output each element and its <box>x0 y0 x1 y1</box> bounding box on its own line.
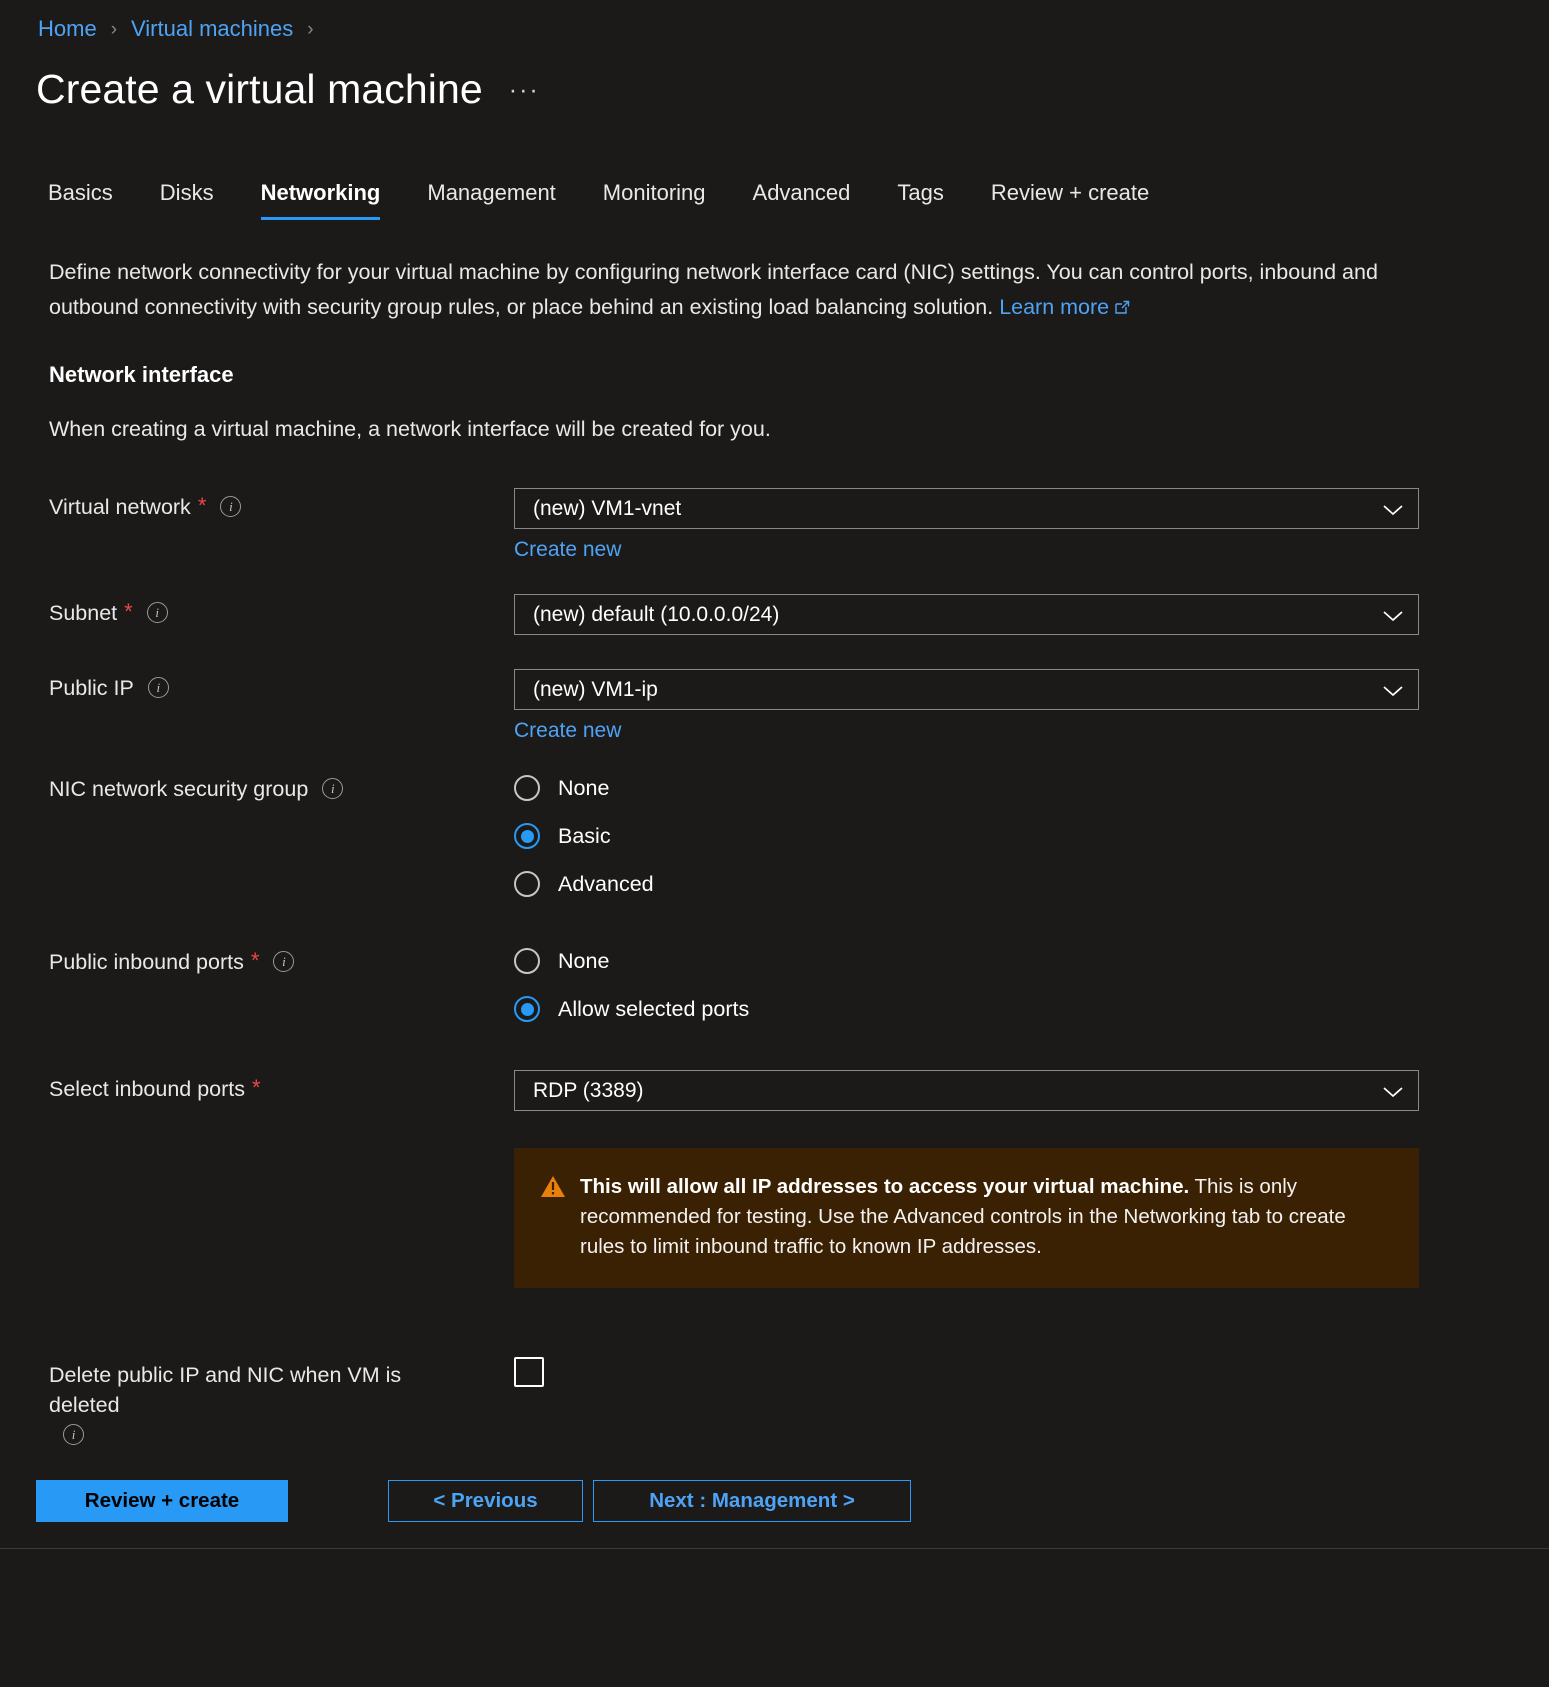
public-inbound-ports-label: Public inbound ports * i <box>49 947 489 977</box>
info-icon[interactable]: i <box>147 677 169 698</box>
title-row: Create a virtual machine ··· <box>36 66 540 113</box>
virtual-network-label-text: Virtual network <box>49 495 191 519</box>
learn-more-label: Learn more <box>999 295 1110 319</box>
delete-ip-nic-label-text: Delete public IP and NIC when VM is dele… <box>49 1363 402 1417</box>
tab-networking[interactable]: Networking <box>260 176 380 220</box>
subnet-value: (new) default (10.0.0.0/24) <box>533 602 780 626</box>
required-asterisk: * <box>252 1075 261 1100</box>
next-management-button[interactable]: Next : Management > <box>593 1480 911 1522</box>
warning-triangle-icon <box>540 1175 566 1204</box>
intro-paragraph: Define network connectivity for your vir… <box>49 255 1419 327</box>
chevron-down-icon <box>1382 684 1404 696</box>
radio-icon-selected <box>514 996 540 1022</box>
section-description: When creating a virtual machine, a netwo… <box>49 417 771 441</box>
more-options-icon[interactable]: ··· <box>509 78 540 113</box>
nic-nsg-label: NIC network security group i <box>49 774 489 804</box>
public-inbound-ports-radio-group: None Allow selected ports <box>514 937 1419 1033</box>
subnet-control: (new) default (10.0.0.0/24) <box>514 594 1419 635</box>
required-asterisk: * <box>197 493 207 518</box>
delete-ip-nic-label: Delete public IP and NIC when VM is dele… <box>49 1360 469 1445</box>
external-link-icon <box>1114 292 1131 327</box>
subnet-label: Subnet * i <box>49 598 489 628</box>
breadcrumb-separator-icon-2: › <box>307 18 314 40</box>
intro-text: Define network connectivity for your vir… <box>49 260 1378 319</box>
public-inbound-ports-option-allow-selected-label: Allow selected ports <box>558 996 750 1021</box>
public-inbound-ports-option-none-label: None <box>558 948 610 973</box>
nic-nsg-control: None Basic Advanced <box>514 764 1419 908</box>
info-icon[interactable]: i <box>273 951 295 972</box>
public-ip-value: (new) VM1-ip <box>533 677 658 701</box>
required-asterisk: * <box>124 599 133 624</box>
public-ip-create-new-link[interactable]: Create new <box>514 719 621 743</box>
radio-icon <box>514 948 540 974</box>
virtual-network-label: Virtual network * i <box>49 492 489 522</box>
virtual-network-dropdown[interactable]: (new) VM1-vnet <box>514 488 1419 529</box>
tab-advanced[interactable]: Advanced <box>753 176 851 220</box>
breadcrumb: Home › Virtual machines › <box>38 18 328 40</box>
public-inbound-ports-option-allow-selected[interactable]: Allow selected ports <box>514 985 1419 1033</box>
warning-bold-text: This will allow all IP addresses to acce… <box>580 1175 1190 1198</box>
radio-icon <box>514 871 540 897</box>
nic-nsg-option-basic[interactable]: Basic <box>514 812 1419 860</box>
select-inbound-ports-dropdown[interactable]: RDP (3389) <box>514 1070 1419 1111</box>
tab-disks[interactable]: Disks <box>160 176 214 220</box>
nic-nsg-option-none-label: None <box>558 775 610 800</box>
nic-nsg-option-advanced[interactable]: Advanced <box>514 860 1419 908</box>
nic-nsg-option-none[interactable]: None <box>514 764 1419 812</box>
subnet-label-text: Subnet <box>49 601 118 625</box>
chevron-down-icon <box>1382 609 1404 621</box>
wizard-tabs: Basics Disks Networking Management Monit… <box>48 176 1149 220</box>
public-ip-control: (new) VM1-ip Create new <box>514 669 1419 743</box>
footer-bar <box>0 1549 1549 1687</box>
virtual-network-control: (new) VM1-vnet Create new <box>514 488 1419 562</box>
select-inbound-ports-value: RDP (3389) <box>533 1078 644 1102</box>
tab-management[interactable]: Management <box>427 176 555 220</box>
warning-banner-control: This will allow all IP addresses to acce… <box>514 1148 1419 1288</box>
create-vm-networking-page: Home › Virtual machines › Create a virtu… <box>0 0 1549 1687</box>
public-ip-dropdown[interactable]: (new) VM1-ip <box>514 669 1419 710</box>
subnet-dropdown[interactable]: (new) default (10.0.0.0/24) <box>514 594 1419 635</box>
public-inbound-ports-label-text: Public inbound ports <box>49 950 244 974</box>
public-inbound-ports-control: None Allow selected ports <box>514 937 1419 1033</box>
public-inbound-ports-option-none[interactable]: None <box>514 937 1419 985</box>
breadcrumb-separator-icon: › <box>110 18 118 40</box>
virtual-network-create-new-link[interactable]: Create new <box>514 538 621 562</box>
radio-icon-selected <box>514 823 540 849</box>
nic-nsg-option-basic-label: Basic <box>558 823 611 848</box>
chevron-down-icon <box>1382 1085 1404 1097</box>
select-inbound-ports-control: RDP (3389) <box>514 1070 1419 1111</box>
select-inbound-ports-label: Select inbound ports * <box>49 1074 489 1104</box>
inbound-ports-warning-banner: This will allow all IP addresses to acce… <box>514 1148 1419 1288</box>
info-icon[interactable]: i <box>322 778 344 799</box>
public-ip-label: Public IP i <box>49 673 489 703</box>
info-icon[interactable]: i <box>63 1424 84 1445</box>
select-inbound-ports-label-text: Select inbound ports <box>49 1077 246 1101</box>
review-create-button[interactable]: Review + create <box>36 1480 288 1522</box>
tab-tags[interactable]: Tags <box>897 176 943 220</box>
chevron-down-icon <box>1382 503 1404 515</box>
nic-nsg-radio-group: None Basic Advanced <box>514 764 1419 908</box>
nic-nsg-label-text: NIC network security group <box>49 777 309 801</box>
delete-ip-nic-checkbox[interactable] <box>514 1357 544 1387</box>
tab-monitoring[interactable]: Monitoring <box>603 176 706 220</box>
required-asterisk: * <box>250 948 260 973</box>
info-icon[interactable]: i <box>220 496 242 517</box>
previous-button[interactable]: < Previous <box>388 1480 583 1522</box>
public-ip-label-text: Public IP <box>49 676 134 700</box>
radio-icon <box>514 775 540 801</box>
warning-text: This will allow all IP addresses to acce… <box>580 1172 1393 1262</box>
tab-basics[interactable]: Basics <box>48 176 113 220</box>
breadcrumb-item-virtual-machines[interactable]: Virtual machines <box>131 18 293 40</box>
info-icon[interactable]: i <box>146 602 168 623</box>
breadcrumb-item-home[interactable]: Home <box>38 18 97 40</box>
nic-nsg-option-advanced-label: Advanced <box>558 871 654 896</box>
page-title: Create a virtual machine <box>36 66 483 112</box>
learn-more-link[interactable]: Learn more <box>999 295 1131 319</box>
section-heading-network-interface: Network interface <box>49 362 234 387</box>
tab-review-create[interactable]: Review + create <box>991 176 1149 220</box>
delete-ip-nic-control <box>514 1357 1419 1387</box>
virtual-network-value: (new) VM1-vnet <box>533 496 682 520</box>
